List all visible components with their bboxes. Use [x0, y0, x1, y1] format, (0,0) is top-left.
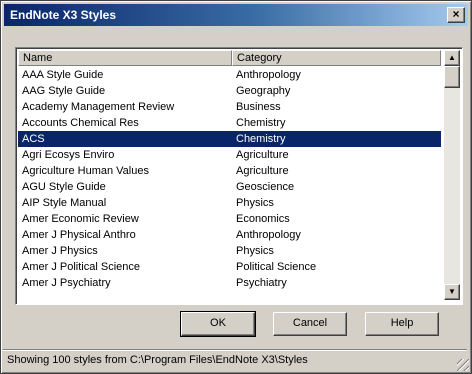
style-name-cell: Agriculture Human Values — [22, 165, 149, 177]
title-bar[interactable]: EndNote X3 Styles × — [4, 4, 468, 26]
list-row[interactable]: AGU Style Guide Geoscience — [18, 179, 441, 195]
close-icon: × — [452, 7, 460, 21]
style-name-cell: Accounts Chemical Res — [22, 117, 139, 129]
style-category-cell: Chemistry — [236, 133, 286, 145]
column-header-category[interactable]: Category — [232, 50, 441, 66]
style-category-cell: Physics — [236, 245, 274, 257]
style-name-cell: Amer J Political Science — [22, 261, 140, 273]
style-category-cell: Political Science — [236, 261, 317, 273]
list-row[interactable]: Agriculture Human Values Agriculture — [18, 163, 441, 179]
style-category-cell: Economics — [236, 213, 290, 225]
styles-dialog: EndNote X3 Styles × Name Category AAA St… — [0, 0, 472, 374]
list-row[interactable]: AIP Style Manual Physics — [18, 195, 441, 211]
list-row[interactable]: AAG Style Guide Geography — [18, 83, 441, 99]
status-text: Showing 100 styles from C:\Program Files… — [7, 354, 308, 366]
ok-button[interactable]: OK — [180, 311, 256, 337]
style-name-cell: ACS — [22, 133, 45, 145]
style-name-cell: Amer J Physical Anthro — [22, 229, 136, 241]
style-category-cell: Psychiatry — [236, 277, 287, 289]
vertical-scrollbar[interactable]: ▲ ▼ — [444, 50, 460, 300]
style-name-cell: AIP Style Manual — [22, 197, 107, 209]
scroll-up-button[interactable]: ▲ — [444, 50, 460, 66]
style-name-cell: Agri Ecosys Enviro — [22, 149, 115, 161]
style-category-cell: Agriculture — [236, 149, 289, 161]
list-row[interactable]: AAA Style Guide Anthropology — [18, 67, 441, 83]
list-rows: AAA Style Guide Anthropology AAG Style Gui… — [18, 67, 441, 300]
help-button[interactable]: Help — [365, 312, 439, 336]
style-category-cell: Chemistry — [236, 117, 286, 129]
list-row[interactable]: Amer Economic Review Economics — [18, 211, 441, 227]
resize-grip[interactable] — [457, 359, 469, 371]
style-name-cell: Academy Management Review — [22, 101, 175, 113]
style-category-cell: Anthropology — [236, 69, 301, 81]
scroll-down-button[interactable]: ▼ — [444, 284, 460, 300]
style-category-cell: Business — [236, 101, 281, 113]
arrow-down-icon: ▼ — [448, 287, 456, 296]
list-row[interactable]: Amer J Physical Anthro Anthropology — [18, 227, 441, 243]
style-category-cell: Physics — [236, 197, 274, 209]
style-category-cell: Agriculture — [236, 165, 289, 177]
list-row[interactable]: ACS Chemistry — [18, 131, 441, 147]
style-name-cell: Amer J Physics — [22, 245, 98, 257]
list-row[interactable]: Amer J Psychiatry Psychiatry — [18, 275, 441, 291]
list-row[interactable]: Amer J Physics Physics — [18, 243, 441, 259]
scroll-thumb[interactable] — [444, 66, 460, 88]
style-name-cell: Amer J Psychiatry — [22, 277, 111, 289]
style-name-cell: AGU Style Guide — [22, 181, 106, 193]
style-name-cell: AAA Style Guide — [22, 69, 104, 81]
cancel-button[interactable]: Cancel — [273, 312, 347, 336]
close-button[interactable]: × — [447, 7, 465, 23]
window-title: EndNote X3 Styles — [10, 8, 117, 22]
style-category-cell: Geoscience — [236, 181, 295, 193]
style-name-cell: Amer Economic Review — [22, 213, 139, 225]
status-bar: Showing 100 styles from C:\Program Files… — [3, 349, 467, 369]
column-header-name[interactable]: Name — [18, 50, 232, 66]
style-category-cell: Anthropology — [236, 229, 301, 241]
style-category-cell: Geography — [236, 85, 291, 97]
list-row[interactable]: Amer J Political Science Political Scienc… — [18, 259, 441, 275]
list-row[interactable]: Academy Management Review Business — [18, 99, 441, 115]
styles-list[interactable]: Name Category AAA Style Guide Anthropolog… — [15, 47, 463, 305]
arrow-up-icon: ▲ — [448, 53, 456, 62]
list-row[interactable]: Agri Ecosys Enviro Agriculture — [18, 147, 441, 163]
list-row[interactable]: Accounts Chemical Res Chemistry — [18, 115, 441, 131]
style-name-cell: AAG Style Guide — [22, 85, 106, 97]
list-header: Name Category — [18, 50, 441, 66]
